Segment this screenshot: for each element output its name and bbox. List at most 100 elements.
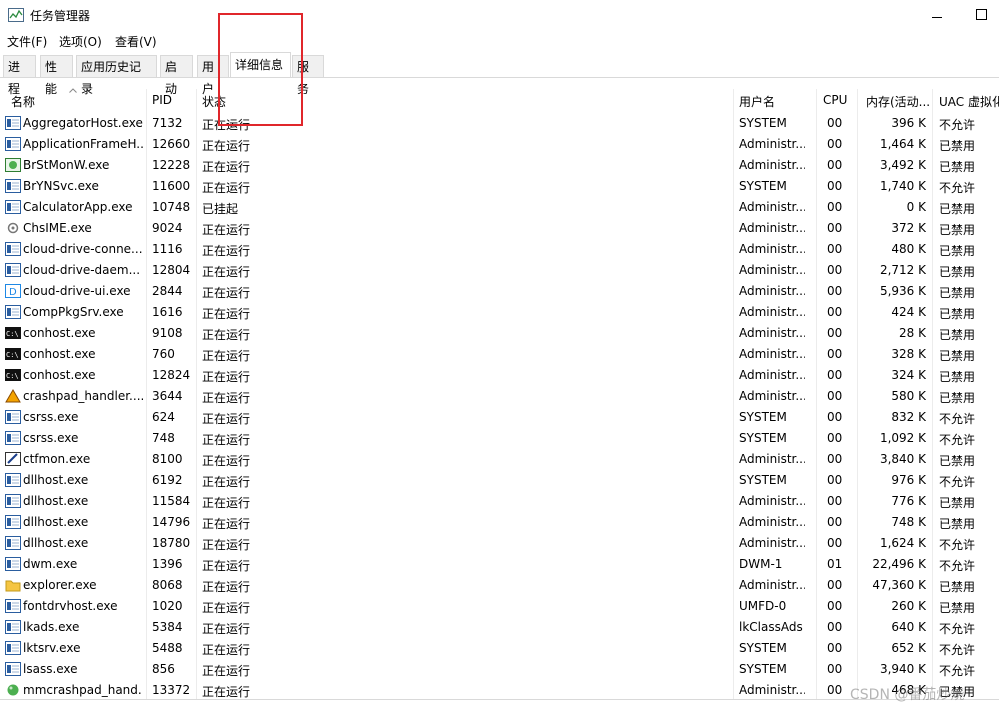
process-status: 正在运行 xyxy=(202,139,251,153)
window-app-icon xyxy=(5,557,21,571)
tab-users[interactable]: 用户 xyxy=(197,55,229,96)
process-name: cloud-drive-conne... xyxy=(23,242,143,256)
process-memory: 480 K xyxy=(891,242,926,256)
window-app-icon xyxy=(5,137,21,151)
process-user: Administr... xyxy=(739,326,805,340)
tab-performance[interactable]: 性能 xyxy=(40,55,73,96)
process-cpu: 00 xyxy=(827,158,843,172)
process-cpu: 00 xyxy=(827,137,843,151)
maximize-button[interactable] xyxy=(970,3,992,25)
wechat-icon xyxy=(7,684,19,696)
process-status: 正在运行 xyxy=(202,643,251,657)
process-user: Administr... xyxy=(739,221,805,235)
process-cpu: 00 xyxy=(827,284,843,298)
tab-services[interactable]: 服务 xyxy=(292,55,324,96)
table-row[interactable]: AggregatorHost.exe 7132 正在运行 SYSTEM 00 396 K 不… xyxy=(0,113,999,134)
col-name[interactable]: 名称 xyxy=(11,93,35,110)
process-uac: 已禁用 xyxy=(939,391,976,405)
table-row[interactable]: Dcloud-drive-ui.exe 2844 正在运行 Administr... 0… xyxy=(0,281,999,302)
process-cpu: 00 xyxy=(827,389,843,403)
table-row[interactable]: crashpad_handler.... 3644 正在运行 Administr...… xyxy=(0,386,999,407)
col-cpu[interactable]: CPU xyxy=(823,93,847,107)
table-row[interactable]: ChsIME.exe 9024 正在运行 Administr... 00 372 K 已禁用 xyxy=(0,218,999,239)
table-row[interactable]: dllhost.exe 14796 正在运行 Administr... 00 748 K 已… xyxy=(0,512,999,533)
table-row[interactable]: lsass.exe 856 正在运行 SYSTEM 00 3,940 K 不允许 xyxy=(0,659,999,680)
process-uac: 已禁用 xyxy=(939,496,976,510)
menu-options[interactable]: 选项(O) xyxy=(59,33,102,50)
menu-bar: 文件(F) 选项(O) 查看(V) xyxy=(0,30,999,50)
tab-details[interactable]: 详细信息 xyxy=(230,52,291,78)
window-app-icon xyxy=(5,305,21,319)
process-user: Administr... xyxy=(739,515,805,529)
menu-view[interactable]: 查看(V) xyxy=(115,33,157,50)
table-row[interactable]: lkads.exe 5384 正在运行 lkClassAds 00 640 K 不允许 xyxy=(0,617,999,638)
process-memory: 3,492 K xyxy=(879,158,926,172)
table-row[interactable]: BrYNSvc.exe 11600 正在运行 SYSTEM 00 1,740 K 不允许 xyxy=(0,176,999,197)
table-row[interactable]: csrss.exe 748 正在运行 SYSTEM 00 1,092 K 不允许 xyxy=(0,428,999,449)
table-row[interactable]: dllhost.exe 18780 正在运行 Administr... 00 1,624 … xyxy=(0,533,999,554)
process-pid: 12824 xyxy=(152,368,191,382)
table-row[interactable]: cloud-drive-conne... 1116 正在运行 Administr...… xyxy=(0,239,999,260)
table-row[interactable]: dllhost.exe 11584 正在运行 Administr... 00 776 K 已… xyxy=(0,491,999,512)
console-icon: C:\ xyxy=(5,327,21,339)
process-name: cloud-drive-ui.exe xyxy=(23,284,131,298)
table-row[interactable]: ApplicationFrameH... 12660 正在运行 Administr..… xyxy=(0,134,999,155)
cloud-drive-icon: D xyxy=(5,284,21,298)
process-user: UMFD-0 xyxy=(739,599,787,613)
process-status: 正在运行 xyxy=(202,538,251,552)
process-cpu: 00 xyxy=(827,179,843,193)
process-uac: 已禁用 xyxy=(939,349,976,363)
table-row[interactable]: dllhost.exe 6192 正在运行 SYSTEM 00 976 K 不允许 xyxy=(0,470,999,491)
table-row[interactable]: BrStMonW.exe 12228 正在运行 Administr... 00 3,492… xyxy=(0,155,999,176)
process-status: 正在运行 xyxy=(202,391,251,405)
process-user: Administr... xyxy=(739,200,805,214)
table-row[interactable]: CalculatorApp.exe 10748 已挂起 Administr... 00 0… xyxy=(0,197,999,218)
tab-processes[interactable]: 进程 xyxy=(3,55,36,96)
tab-app-history[interactable]: 应用历史记录 xyxy=(76,55,157,96)
process-pid: 11600 xyxy=(152,179,191,193)
process-uac: 不允许 xyxy=(939,181,976,195)
process-cpu: 00 xyxy=(827,473,843,487)
table-row[interactable]: csrss.exe 624 正在运行 SYSTEM 00 832 K 不允许 xyxy=(0,407,999,428)
process-user: Administr... xyxy=(739,389,805,403)
process-status: 正在运行 xyxy=(202,286,251,300)
process-status: 正在运行 xyxy=(202,265,251,279)
table-row[interactable]: fontdrvhost.exe 1020 正在运行 UMFD-0 00 260 K 已禁用 xyxy=(0,596,999,617)
minimize-button[interactable] xyxy=(926,3,948,25)
process-user: Administr... xyxy=(739,158,805,172)
tab-startup[interactable]: 启动 xyxy=(160,55,193,96)
process-name: dllhost.exe xyxy=(23,494,89,508)
process-status: 正在运行 xyxy=(202,307,251,321)
table-row[interactable]: dwm.exe 1396 正在运行 DWM-1 01 22,496 K 不允许 xyxy=(0,554,999,575)
table-row[interactable]: lktsrv.exe 5488 正在运行 SYSTEM 00 652 K 不允许 xyxy=(0,638,999,659)
ctfmon-icon xyxy=(5,452,21,466)
process-name: dllhost.exe xyxy=(23,473,89,487)
process-uac: 已禁用 xyxy=(939,244,976,258)
process-user: SYSTEM xyxy=(739,641,787,655)
process-pid: 1020 xyxy=(152,599,183,613)
process-memory: 1,092 K xyxy=(879,431,926,445)
ime-icon xyxy=(7,222,19,234)
table-row[interactable]: ctfmon.exe 8100 正在运行 Administr... 00 3,840 K 已… xyxy=(0,449,999,470)
process-cpu: 00 xyxy=(827,641,843,655)
col-username[interactable]: 用户名 xyxy=(739,93,775,110)
process-pid: 7132 xyxy=(152,116,183,130)
table-row[interactable]: cloud-drive-daem... 12804 正在运行 Administr...… xyxy=(0,260,999,281)
table-row[interactable]: C:\ conhost.exe 760 正在运行 Administr... 00 328 K… xyxy=(0,344,999,365)
col-memory[interactable]: 内存(活动... xyxy=(866,93,930,110)
table-row[interactable]: C:\ conhost.exe 12824 正在运行 Administr... 00 324… xyxy=(0,365,999,386)
table-row[interactable]: C:\ conhost.exe 9108 正在运行 Administr... 00 28 K… xyxy=(0,323,999,344)
col-uac[interactable]: UAC 虚拟化 xyxy=(939,93,999,110)
col-pid[interactable]: PID xyxy=(152,93,172,107)
process-user: SYSTEM xyxy=(739,116,787,130)
task-manager-icon xyxy=(8,8,24,22)
menu-file[interactable]: 文件(F) xyxy=(7,33,47,50)
table-row[interactable]: explorer.exe 8068 正在运行 Administr... 00 47,360… xyxy=(0,575,999,596)
col-status[interactable]: 状态 xyxy=(202,93,226,110)
process-cpu: 00 xyxy=(827,578,843,592)
process-uac: 不允许 xyxy=(939,643,976,657)
process-status: 正在运行 xyxy=(202,349,251,363)
process-uac: 已禁用 xyxy=(939,139,976,153)
process-pid: 748 xyxy=(152,431,175,445)
table-row[interactable]: CompPkgSrv.exe 1616 正在运行 Administr... 00 424 … xyxy=(0,302,999,323)
